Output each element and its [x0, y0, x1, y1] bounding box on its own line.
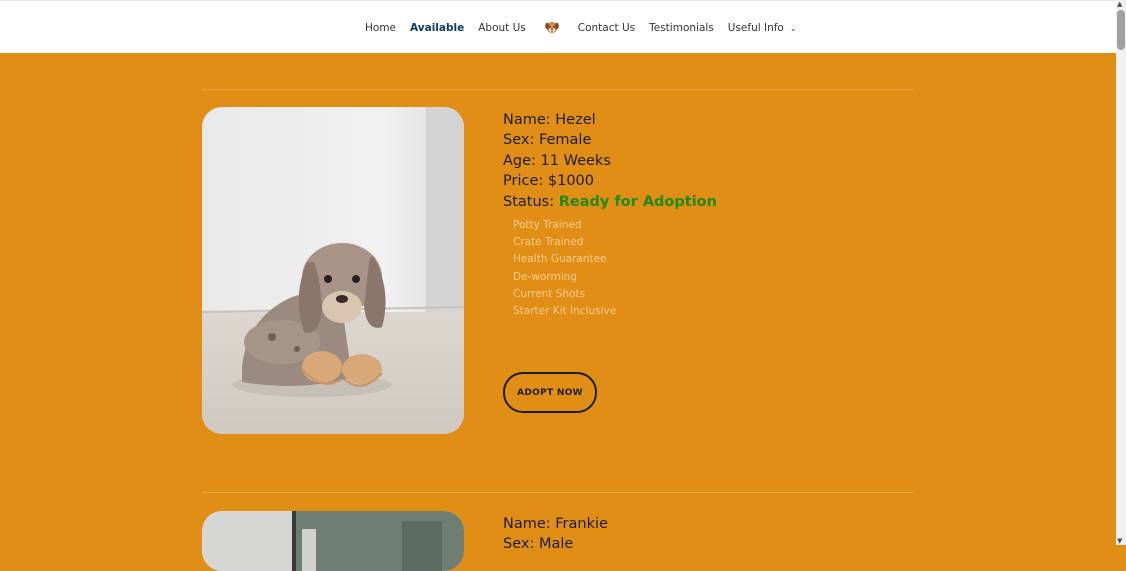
nav-home[interactable]: Home	[365, 22, 396, 34]
scroll-up-arrow-icon[interactable]: ▲	[1117, 0, 1122, 8]
feature-list: Potty Trained Crate Trained Health Guara…	[513, 217, 717, 320]
dachshund-puppy-image	[202, 107, 464, 434]
feature-item: Current Shots	[513, 287, 586, 300]
feature-item: Health Guarantee	[513, 253, 607, 266]
puppy-photo-frankie	[202, 511, 464, 571]
listing-info-frankie: Name: Frankie Sex: Male	[503, 514, 608, 555]
adopt-now-button[interactable]: ADOPT NOW	[503, 372, 597, 413]
nav-about-us[interactable]: About Us	[478, 22, 526, 34]
puppy-name: Name: Hezel	[503, 112, 596, 128]
feature-item: Potty Trained	[513, 219, 582, 232]
nav-useful-info[interactable]: Useful Info ⌄	[728, 22, 797, 34]
nav-useful-info-label: Useful Info	[727, 22, 784, 34]
scrollbar-thumb[interactable]	[1117, 10, 1125, 50]
puppy-age: Age: 11 Weeks	[503, 152, 611, 169]
status-value: Ready for Adoption	[558, 193, 717, 210]
section-divider	[202, 492, 914, 493]
vertical-scrollbar[interactable]: ▲ ▼	[1116, 0, 1126, 545]
feature-item: Crate Trained	[513, 236, 584, 249]
chevron-down-icon: ⌄	[789, 24, 797, 33]
feature-item: Starter Kit Inclusive	[513, 305, 617, 318]
section-divider	[202, 89, 914, 90]
main-nav: Home Available About Us Contact Us Testi…	[365, 21, 811, 35]
scroll-down-arrow-icon[interactable]: ▼	[1117, 537, 1122, 545]
nav-available[interactable]: Available	[410, 22, 464, 34]
puppy-sex: Sex: Female	[503, 132, 592, 149]
puppy-face-logo-icon[interactable]	[544, 20, 559, 34]
puppy-price: Price: $1000	[503, 173, 594, 190]
puppy-image	[202, 511, 464, 571]
nav-testimonials[interactable]: Testimonials	[649, 22, 714, 34]
puppy-photo-hezel	[202, 107, 464, 434]
site-header: Home Available About Us Contact Us Testi…	[0, 0, 1116, 53]
puppy-status: Status: Ready for Adoption	[503, 192, 717, 212]
puppy-name: Name: Frankie	[503, 516, 608, 532]
listing-info-hezel: Name: Hezel Sex: Female Age: 11 Weeks Pr…	[503, 110, 717, 320]
status-label: Status:	[503, 193, 555, 210]
nav-contact-us[interactable]: Contact Us	[578, 22, 635, 34]
listings-section: Name: Hezel Sex: Female Age: 11 Weeks Pr…	[0, 53, 1116, 571]
feature-item: De-worming	[513, 270, 577, 283]
